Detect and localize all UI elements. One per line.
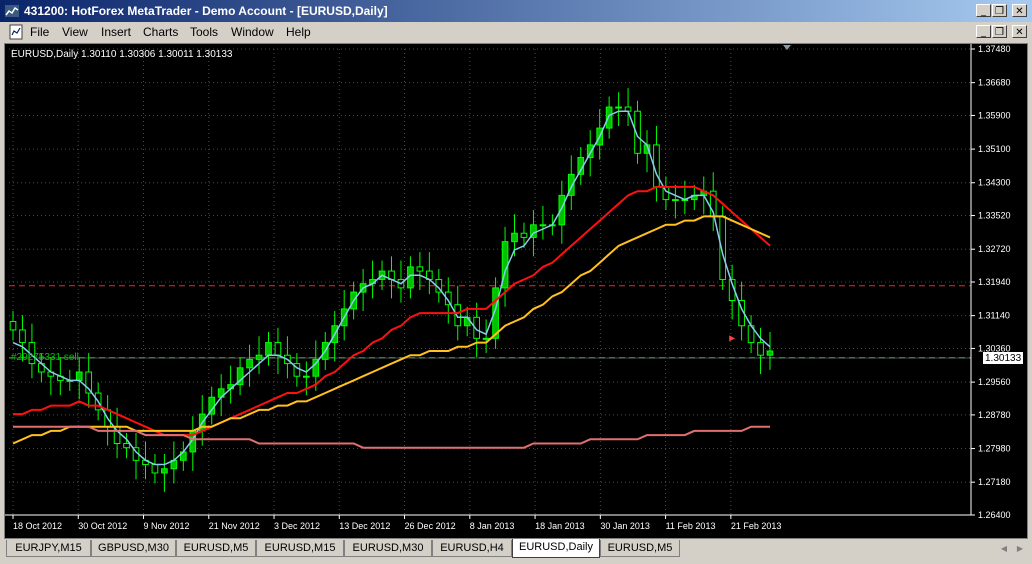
- y-tick-label: 1.32720: [978, 244, 1011, 254]
- order-label: #29275331 sell: [11, 352, 79, 363]
- tab-eurjpy-m15[interactable]: EURJPY,M15: [6, 540, 91, 557]
- tab-eurusd-m15[interactable]: EURUSD,M15: [256, 540, 344, 557]
- tab-eurusd-m30[interactable]: EURUSD,M30: [344, 540, 432, 557]
- candle-body: [9, 321, 17, 331]
- candle-body: [766, 350, 774, 356]
- x-tick-label: 13 Dec 2012: [339, 521, 390, 531]
- current-price-label: 1.30133: [985, 353, 1022, 364]
- candle-body: [615, 106, 622, 109]
- menu-window[interactable]: Window: [231, 25, 274, 39]
- candle-body: [520, 232, 528, 238]
- tab-eurusd-m5-second[interactable]: EURUSD,M5: [600, 540, 680, 557]
- y-tick-label: 1.27180: [978, 477, 1011, 487]
- menu-file[interactable]: File: [30, 25, 49, 39]
- menu-bar: File View Insert Charts Tools Window Hel…: [0, 22, 1032, 42]
- candle-body: [416, 266, 424, 272]
- y-tick-label: 1.33520: [978, 211, 1011, 221]
- x-tick-label: 11 Feb 2013: [666, 521, 716, 531]
- candle-body: [274, 342, 282, 356]
- candle-body: [302, 375, 310, 378]
- menu-tools[interactable]: Tools: [190, 25, 218, 39]
- chart-document-icon[interactable]: [8, 24, 24, 40]
- restore-button[interactable]: ❐: [992, 4, 1007, 17]
- tab-eurusd-h4[interactable]: EURUSD,H4: [432, 540, 512, 557]
- close-button[interactable]: ✕: [1012, 4, 1027, 17]
- y-tick-label: 1.26400: [978, 510, 1011, 520]
- tab-gbpusd-m30[interactable]: GBPUSD,M30: [91, 540, 176, 557]
- sell-arrow-icon[interactable]: [729, 335, 736, 342]
- y-tick-label: 1.34300: [978, 178, 1011, 188]
- x-tick-label: 26 Dec 2012: [405, 521, 456, 531]
- doc-restore-button[interactable]: ❐: [992, 25, 1007, 38]
- y-tick-label: 1.37480: [978, 44, 1011, 54]
- tab-eurusd-daily[interactable]: EURUSD,Daily: [512, 539, 600, 558]
- metatrader-app-icon[interactable]: [4, 3, 20, 19]
- ma-mid-line: [13, 185, 771, 437]
- x-tick-label: 8 Jan 2013: [470, 521, 515, 531]
- x-tick-label: 30 Jan 2013: [600, 521, 650, 531]
- x-tick-label: 18 Jan 2013: [535, 521, 585, 531]
- menu-help[interactable]: Help: [286, 25, 311, 39]
- x-tick-label: 18 Oct 2012: [13, 521, 62, 531]
- chart-info-label: EURUSD,Daily 1.30110 1.30306 1.30011 1.3…: [11, 49, 233, 60]
- y-tick-label: 1.31940: [978, 277, 1011, 287]
- window-title: 431200: HotForex MetaTrader - Demo Accou…: [24, 4, 388, 18]
- candle-body: [151, 464, 159, 474]
- candle-body: [539, 224, 547, 227]
- chart-tab-bar: EURJPY,M15 GBPUSD,M30 EURUSD,M5 EURUSD,M…: [0, 539, 1032, 564]
- x-tick-label: 9 Nov 2012: [144, 521, 190, 531]
- x-tick-label: 21 Nov 2012: [209, 521, 260, 531]
- y-tick-label: 1.29560: [978, 377, 1011, 387]
- x-tick-label: 30 Oct 2012: [78, 521, 127, 531]
- candle-body: [463, 316, 471, 327]
- tab-eurusd-m5[interactable]: EURUSD,M5: [176, 540, 256, 557]
- candle-body: [255, 354, 263, 360]
- candle-body: [265, 342, 272, 356]
- candle-body: [672, 199, 679, 202]
- menu-view[interactable]: View: [62, 25, 88, 39]
- candle-body: [246, 358, 253, 369]
- candle-body: [75, 371, 83, 381]
- candle-body: [511, 232, 518, 243]
- tab-scroll-right-icon[interactable]: ▶: [1014, 543, 1026, 555]
- y-tick-label: 1.27980: [978, 444, 1011, 454]
- candle-body: [605, 106, 613, 129]
- y-tick-label: 1.30360: [978, 343, 1011, 353]
- y-tick-label: 1.31140: [978, 311, 1010, 321]
- x-tick-label: 3 Dec 2012: [274, 521, 320, 531]
- y-tick-label: 1.28780: [978, 410, 1011, 420]
- price-chart[interactable]: 1.37480 1.36680 1.35900 1.35100 1.34300 1.335…: [5, 44, 1027, 538]
- title-bar: 431200: HotForex MetaTrader - Demo Accou…: [0, 0, 1032, 22]
- candle-body: [161, 468, 168, 474]
- doc-close-button[interactable]: ✕: [1012, 25, 1027, 38]
- tab-scroll-left-icon[interactable]: ◀: [998, 543, 1010, 555]
- chart-window[interactable]: 1.37480 1.36680 1.35900 1.35100 1.34300 1.335…: [4, 43, 1028, 539]
- candle-body: [482, 337, 490, 340]
- y-tick-label: 1.35900: [978, 110, 1011, 120]
- candle-body: [19, 329, 26, 344]
- doc-minimize-button[interactable]: _: [976, 25, 991, 38]
- menu-charts[interactable]: Charts: [143, 25, 178, 39]
- y-tick-label: 1.36680: [978, 78, 1011, 88]
- candle-body: [123, 443, 130, 449]
- x-tick-label: 21 Feb 2013: [731, 521, 782, 531]
- minimize-button[interactable]: _: [976, 4, 991, 17]
- current-price-tag: 1.30133: [983, 351, 1023, 364]
- y-tick-label: 1.35100: [978, 144, 1011, 154]
- menu-insert[interactable]: Insert: [101, 25, 131, 39]
- candle-body: [757, 342, 764, 356]
